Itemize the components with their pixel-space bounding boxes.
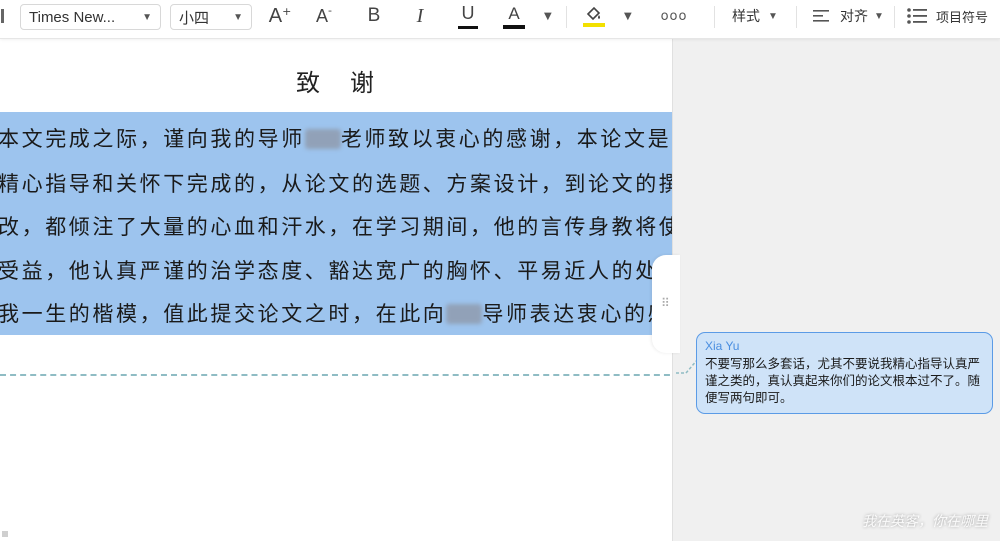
bold-icon: B (367, 5, 381, 26)
more-options-button[interactable]: ooo (658, 2, 690, 30)
shrink-font-button[interactable]: A - (308, 2, 340, 30)
comment-text: 不要写那么多套话，尤其不要说我精心指导认真严谨之类的，真认真起来你们的论文根本过… (705, 356, 981, 405)
font-color-button[interactable]: A (498, 2, 530, 30)
more-dots-icon: ooo (660, 8, 688, 24)
page-corner-marker (2, 531, 8, 537)
paint-bucket-icon (586, 6, 601, 20)
highlight-button[interactable] (578, 2, 610, 30)
comment-card[interactable]: Xia Yu 不要写那么多套话，尤其不要说我精心指导认真严谨之类的，真认真起来你… (696, 332, 993, 414)
line-text: 我一生的楷模，值此提交论文之时，在此向 (0, 302, 447, 326)
comment-anchor-line (0, 374, 672, 376)
font-size-dropdown[interactable]: 小四 ▼ (170, 4, 252, 30)
underline-button[interactable]: U (452, 2, 484, 30)
line-text: 受益，他认真严谨的治学态度、豁达宽广的胸怀、平易近人的处 (0, 259, 659, 283)
paragraph-line[interactable]: 我一生的楷模，值此提交论文之时，在此向 导师表达衷心的感 (0, 298, 671, 328)
underline-bar-icon (458, 26, 478, 29)
italic-icon: I (416, 4, 424, 27)
font-color-icon: A (508, 3, 520, 23)
document-page[interactable]: 致谢 本文完成之际，谨向我的导师 老师致以衷心的感谢，本论文是 精心指导和关怀下完… (0, 39, 672, 541)
chevron-down-icon: ▼ (874, 10, 884, 22)
toolbar-divider (796, 6, 797, 28)
comment-pane (672, 39, 1000, 541)
styles-dropdown[interactable]: 样式 ▼ (732, 0, 778, 32)
font-family-value: Times New... (29, 8, 116, 26)
highlight-swatch (583, 22, 605, 27)
watermark-text: 我在英客，你在哪里 (862, 514, 988, 530)
line-text: 改，都倾注了大量的心血和汗水，在学习期间，他的言传身教将使 (0, 215, 672, 239)
toolbar-left-edge-icon (0, 0, 6, 32)
italic-button[interactable]: I (404, 2, 436, 30)
align-label: 对齐 (840, 8, 868, 24)
grow-font-button[interactable]: A + (264, 2, 296, 30)
chevron-down-icon: ▼ (233, 11, 243, 23)
toolbar-divider (894, 6, 895, 28)
font-color-chevron-icon[interactable]: ▼ (544, 11, 552, 22)
chevron-down-icon: ▼ (768, 10, 778, 22)
styles-label: 样式 (732, 8, 760, 24)
bullet-list-dropdown[interactable]: 项目符号 (906, 0, 988, 32)
toolbar-divider (566, 6, 567, 28)
comment-author: Xia Yu (705, 339, 740, 353)
drag-grip-icon[interactable]: ⠿ (661, 297, 670, 309)
shrink-font-icon: A (316, 5, 329, 26)
align-icon (813, 10, 829, 22)
toolbar-divider (714, 6, 715, 28)
grow-font-icon: A (268, 4, 283, 27)
bullet-list-label: 项目符号 (936, 9, 989, 25)
paragraph-line[interactable]: 本文完成之际，谨向我的导师 老师致以衷心的感谢，本论文是 (0, 123, 671, 153)
redacted-name (446, 304, 483, 324)
paragraph-line[interactable]: 改，都倾注了大量的心血和汗水，在学习期间，他的言传身教将使 (0, 211, 672, 241)
paragraph-line[interactable]: 精心指导和关怀下完成的，从论文的选题、方案设计，到论文的撰 (0, 168, 672, 198)
line-text: 老师致以衷心的感谢，本论文是 (340, 127, 672, 151)
align-dropdown[interactable]: 对齐 ▼ (812, 0, 884, 32)
redacted-name (304, 129, 341, 149)
chevron-down-icon: ▼ (142, 11, 152, 23)
font-size-value: 小四 (179, 9, 210, 27)
paragraph-line[interactable]: 受益，他认真严谨的治学态度、豁达宽广的胸怀、平易近人的处 (0, 255, 659, 285)
bullet-list-icon (907, 8, 927, 24)
formatting-toolbar: Times New... ▼ 小四 ▼ A + A - B I U A ▼ ▼ … (0, 0, 1000, 39)
bold-button[interactable]: B (358, 2, 390, 30)
page-heading: 致谢 (296, 69, 404, 97)
font-family-dropdown[interactable]: Times New... ▼ (20, 4, 161, 30)
underline-icon: U (461, 3, 475, 23)
highlight-chevron-icon[interactable]: ▼ (624, 11, 632, 22)
line-text: 导师表达衷心的感 (482, 302, 672, 326)
line-text: 本文完成之际，谨向我的导师 (0, 127, 305, 151)
line-text: 精心指导和关怀下完成的，从论文的选题、方案设计，到论文的撰 (0, 172, 672, 196)
font-color-swatch (503, 24, 525, 29)
